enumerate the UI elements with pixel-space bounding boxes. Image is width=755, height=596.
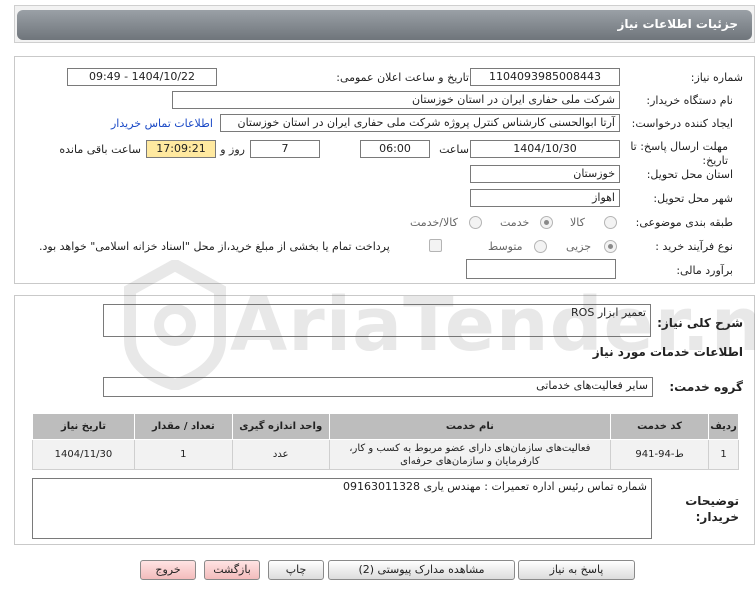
- deadline-label: مهلت ارسال پاسخ: تا: [630, 140, 728, 153]
- budget-field[interactable]: [466, 259, 616, 279]
- deadline-date-field: 1404/10/30: [470, 140, 620, 158]
- col-date-header: تاریخ نیاز: [32, 413, 135, 440]
- service-group-label: گروه خدمت:: [669, 380, 743, 394]
- deadline-time-label: ساعت: [439, 143, 469, 156]
- summary-field: تعمیر ابزار ROS: [103, 304, 651, 337]
- city-field: اهواز: [470, 189, 620, 207]
- category-goods-service-radio[interactable]: [469, 216, 482, 229]
- province-field: خوزستان: [470, 165, 620, 183]
- deadline-label-2: تاریخ:: [702, 154, 728, 167]
- reply-button[interactable]: پاسخ به نیاز: [518, 560, 635, 580]
- creator-label: ایجاد کننده درخواست:: [631, 117, 733, 130]
- buyer-notes-label: توضیحات: [685, 494, 739, 508]
- city-label: شهر محل تحویل:: [653, 192, 733, 205]
- services-section-title: اطلاعات خدمات مورد نیاز: [592, 345, 743, 359]
- col-name-header: نام خدمت: [328, 413, 612, 440]
- days-field: 7: [250, 140, 320, 158]
- services-table: ردیف کد خدمت نام خدمت واحد اندازه گیری ت…: [32, 413, 739, 470]
- col-row-header: ردیف: [708, 413, 739, 440]
- summary-label: شرح کلی نیاز:: [657, 316, 743, 330]
- deadline-time-field: 06:00: [360, 140, 430, 158]
- announce-label: تاریخ و ساعت اعلان عمومی:: [336, 71, 469, 84]
- cell-quantity: 1: [133, 439, 233, 470]
- col-qty-header: تعداد / مقدار: [133, 413, 233, 440]
- need-number-label: شماره نیاز:: [690, 71, 743, 84]
- col-code-header: کد خدمت: [610, 413, 710, 440]
- budget-label: برآورد مالی:: [676, 264, 733, 277]
- table-header-row: ردیف کد خدمت نام خدمت واحد اندازه گیری ت…: [32, 413, 739, 440]
- cell-need-date: 1404/11/30: [32, 439, 135, 470]
- province-label: استان محل تحویل:: [646, 168, 733, 181]
- buyer-notes-field: شماره تماس رئیس اداره تعمیرات : مهندس یا…: [32, 478, 652, 539]
- process-medium-label: متوسط: [488, 240, 523, 253]
- buyer-contact-link[interactable]: اطلاعات تماس خریدار: [111, 117, 213, 130]
- category-service-radio[interactable]: [540, 216, 553, 229]
- cell-row-number: 1: [708, 439, 739, 470]
- cell-service-code: ط-94-941: [610, 439, 710, 470]
- process-minor-radio[interactable]: [604, 240, 617, 253]
- buyer-field: شرکت ملی حفاری ایران در استان خوزستان: [172, 91, 620, 109]
- category-goods-service-label: کالا/خدمت: [410, 216, 458, 229]
- treasury-payment-checkbox[interactable]: [429, 239, 442, 252]
- service-group-field: سایر فعالیت‌های خدماتی: [103, 377, 653, 397]
- category-service-label: خدمت: [500, 216, 530, 229]
- treasury-payment-note: پرداخت تمام یا بخشی از مبلغ خرید،از محل …: [39, 240, 390, 253]
- view-documents-button[interactable]: مشاهده مدارک پیوستی (2): [328, 560, 515, 580]
- cell-service-name: فعالیت‌های سازمان‌های دارای عضو مربوط به…: [328, 439, 612, 470]
- days-label: روز و: [220, 143, 245, 156]
- title-bar: جزئیات اطلاعات نیاز: [14, 5, 755, 43]
- process-minor-label: جزیی: [566, 240, 592, 253]
- category-goods-label: کالا: [570, 216, 585, 229]
- category-goods-radio[interactable]: [604, 216, 617, 229]
- creator-field: آرتا ابوالحسنی کارشناس کنترل پروژه شرکت …: [220, 114, 620, 132]
- buyer-label: نام دستگاه خریدار:: [646, 94, 733, 107]
- need-number-field: 1104093985008443: [470, 68, 620, 86]
- buyer-notes-label-2: خریدار:: [695, 510, 739, 524]
- remaining-time-field: 17:09:21: [146, 140, 216, 158]
- page-title: جزئیات اطلاعات نیاز: [17, 10, 752, 40]
- exit-button[interactable]: خروج: [140, 560, 196, 580]
- cell-unit: عدد: [231, 439, 330, 470]
- remaining-label: ساعت باقی مانده: [59, 143, 141, 156]
- category-label: طبقه بندی موضوعی:: [635, 216, 733, 229]
- print-button[interactable]: چاپ: [268, 560, 324, 580]
- back-button[interactable]: بازگشت: [204, 560, 260, 580]
- table-row: 1 ط-94-941 فعالیت‌های سازمان‌های دارای ع…: [32, 439, 739, 470]
- process-label: نوع فرآیند خرید :: [655, 240, 733, 253]
- col-unit-header: واحد اندازه گیری: [231, 413, 330, 440]
- announce-date-field: 1404/10/22 - 09:49: [67, 68, 217, 86]
- process-medium-radio[interactable]: [534, 240, 547, 253]
